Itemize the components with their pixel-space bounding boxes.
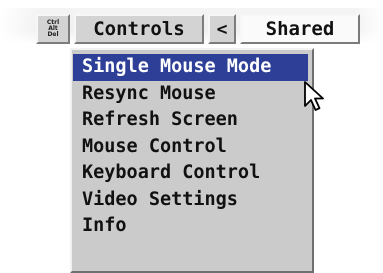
menu-item-info[interactable]: Info — [73, 213, 308, 240]
toolbar-fade-left — [0, 8, 40, 44]
controls-dropdown-menu: Single Mouse Mode Resync Mouse Refresh S… — [70, 48, 314, 273]
top-toolbar: Ctrl Alt Del Controls < Shared — [0, 8, 383, 44]
menu-item-single-mouse-mode[interactable]: Single Mouse Mode — [73, 54, 308, 81]
shared-tab-label: Shared — [265, 18, 335, 40]
menu-item-video-settings[interactable]: Video Settings — [73, 187, 308, 214]
controls-menu-label: Controls — [93, 18, 185, 40]
previous-arrow-button[interactable]: < — [208, 14, 236, 44]
chevron-left-icon: < — [216, 18, 228, 40]
menu-item-keyboard-control[interactable]: Keyboard Control — [73, 160, 308, 187]
menu-item-mouse-control[interactable]: Mouse Control — [73, 134, 308, 161]
mouse-pointer-icon — [304, 81, 324, 111]
ctrl-alt-del-button[interactable]: Ctrl Alt Del — [36, 14, 70, 44]
menu-item-refresh-screen[interactable]: Refresh Screen — [73, 107, 308, 134]
controls-menu-button[interactable]: Controls — [74, 14, 204, 44]
cad-label-del: Del — [47, 31, 59, 38]
menu-item-resync-mouse[interactable]: Resync Mouse — [73, 81, 308, 108]
shared-tab[interactable]: Shared — [240, 14, 360, 44]
